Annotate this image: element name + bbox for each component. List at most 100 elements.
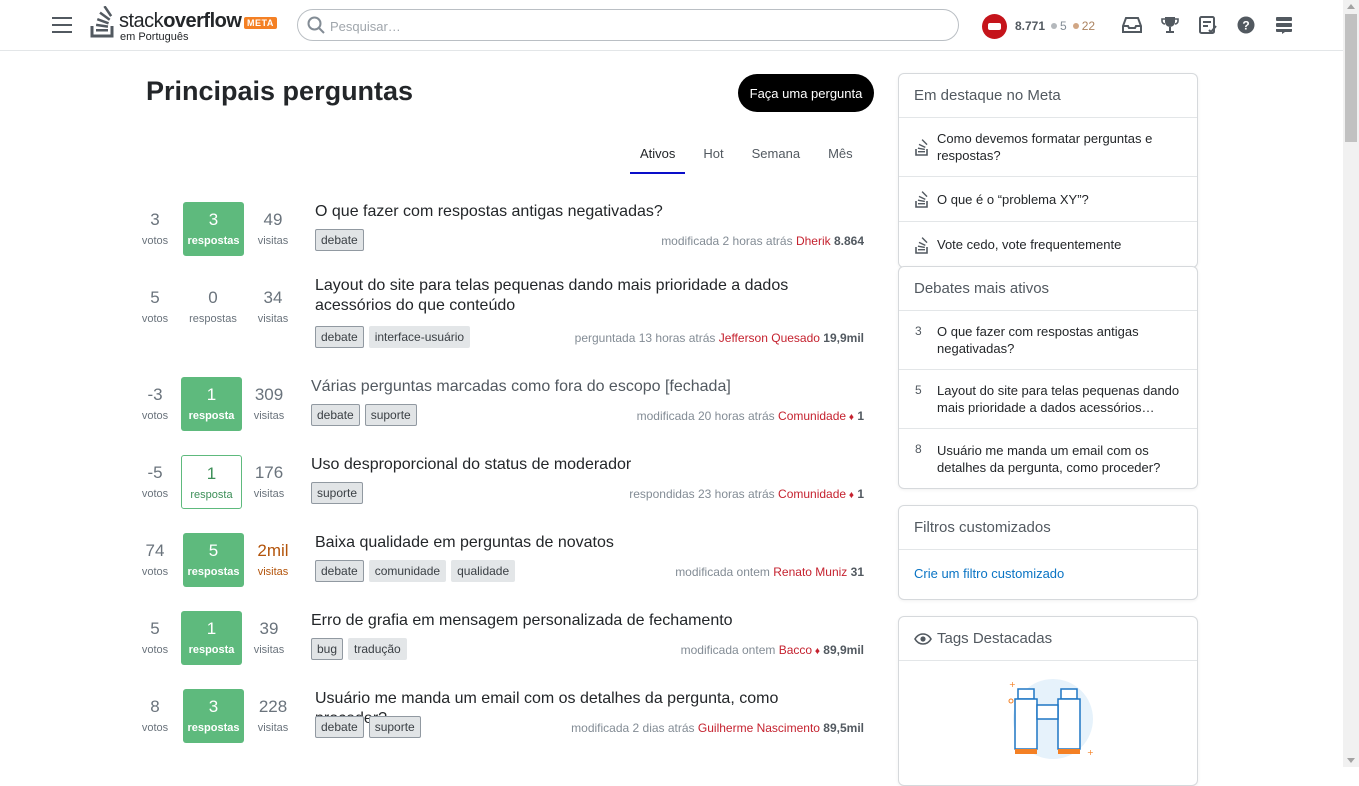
svg-text:?: ? bbox=[1242, 19, 1249, 33]
question-activity: modificada ontem Renato Muniz 31 bbox=[675, 565, 864, 579]
svg-text:+: + bbox=[1009, 680, 1016, 689]
user-link[interactable]: Guilherme Nascimento bbox=[698, 721, 820, 735]
question-activity: respondidas 23 horas atrás Comunidade ♦ … bbox=[629, 487, 864, 501]
answers-stat-count: 1 bbox=[206, 619, 217, 638]
activity-text[interactable]: modificada 20 horas atrás bbox=[637, 409, 775, 423]
site-switcher-icon[interactable] bbox=[1273, 14, 1295, 36]
activity-text[interactable]: modificada 2 dias atrás bbox=[571, 721, 694, 735]
tag-suporte[interactable]: suporte bbox=[311, 482, 364, 504]
tab-hot[interactable]: Hot bbox=[693, 137, 733, 174]
tag-comunidade[interactable]: comunidade bbox=[368, 560, 447, 582]
tag-interface-usuário[interactable]: interface-usuário bbox=[368, 326, 471, 348]
user-link[interactable]: Dherik bbox=[796, 234, 831, 248]
question-title-link[interactable]: O que fazer com respostas antigas negati… bbox=[315, 202, 805, 222]
user-link[interactable]: Renato Muniz bbox=[773, 565, 847, 579]
create-filter-link[interactable]: Crie um filtro customizado bbox=[899, 550, 1197, 598]
featured-item-title[interactable]: Como devemos formatar perguntas e respos… bbox=[937, 130, 1182, 164]
hot-item[interactable]: 5 Layout do site para telas pequenas dan… bbox=[899, 370, 1197, 429]
answers-stat: 0 respostas bbox=[183, 280, 243, 334]
answers-stat-label: respostas bbox=[187, 566, 240, 578]
menu-icon[interactable] bbox=[52, 17, 72, 33]
question-title-link[interactable]: Layout do site para telas pequenas dando… bbox=[315, 276, 805, 316]
tag-debate[interactable]: debate bbox=[311, 404, 360, 426]
tag-debate[interactable]: debate bbox=[315, 560, 364, 582]
user-link[interactable]: Comunidade bbox=[778, 487, 846, 501]
tag-list: debate interface-usuário bbox=[315, 326, 475, 348]
scroll-up-icon[interactable] bbox=[1347, 4, 1355, 9]
featured-item-title[interactable]: Vote cedo, vote frequentemente bbox=[937, 236, 1121, 253]
activity-text[interactable]: modificada ontem bbox=[675, 565, 770, 579]
user-profile[interactable]: 8.771 5 22 bbox=[982, 13, 1095, 39]
tab-mes[interactable]: Mês bbox=[818, 137, 863, 174]
search-input[interactable] bbox=[330, 16, 930, 36]
tag-list: bug tradução bbox=[311, 638, 412, 660]
page-scrollbar[interactable] bbox=[1343, 0, 1359, 767]
question-activity: modificada 20 horas atrás Comunidade ♦ 1 bbox=[637, 409, 864, 423]
question-title-link[interactable]: Baixa qualidade em perguntas de novatos bbox=[315, 533, 805, 553]
tag-bug[interactable]: bug bbox=[311, 638, 344, 660]
tag-suporte[interactable]: suporte bbox=[368, 716, 421, 738]
watched-tags-header: Tags Destacadas bbox=[899, 617, 1197, 661]
featured-item[interactable]: O que é o “problema XY”? bbox=[899, 177, 1197, 222]
activity-text[interactable]: perguntada 13 horas atrás bbox=[575, 331, 716, 345]
views-stat-count: 34 bbox=[263, 288, 283, 307]
views-stat-label: visitas bbox=[253, 410, 285, 422]
featured-item[interactable]: Vote cedo, vote frequentemente bbox=[899, 222, 1197, 267]
views-stat-label: visitas bbox=[253, 488, 285, 500]
silver-badge-icon bbox=[1051, 22, 1058, 29]
tag-debate[interactable]: debate bbox=[315, 229, 364, 251]
avatar[interactable] bbox=[982, 13, 1007, 39]
tab-semana[interactable]: Semana bbox=[742, 137, 810, 174]
activity-text[interactable]: modificada ontem bbox=[681, 643, 776, 657]
question-row: 5 votos 0 respostas 34 visitas Layout do site … bbox=[140, 277, 864, 358]
question-title-link[interactable]: Várias perguntas marcadas como fora do e… bbox=[311, 377, 801, 397]
help-icon[interactable]: ? bbox=[1235, 14, 1257, 36]
trophy-icon[interactable] bbox=[1159, 14, 1181, 36]
views-stat-count: 39 bbox=[259, 619, 279, 638]
featured-item[interactable]: Como devemos formatar perguntas e respos… bbox=[899, 118, 1197, 177]
ask-question-button[interactable]: Faça uma pergunta bbox=[738, 74, 874, 112]
votes-stat-label: votos bbox=[141, 644, 169, 656]
scroll-down-icon[interactable] bbox=[1347, 758, 1355, 763]
eye-icon bbox=[914, 632, 932, 645]
question-title-link[interactable]: Uso desproporcional do status de moderad… bbox=[311, 455, 801, 475]
user-link[interactable]: Jefferson Quesado bbox=[719, 331, 820, 345]
answers-stat-label: resposta bbox=[190, 489, 233, 501]
review-icon[interactable] bbox=[1197, 14, 1219, 36]
views-stat-label: visitas bbox=[257, 722, 289, 734]
question-title-link[interactable]: Erro de grafia em mensagem personalizada… bbox=[311, 611, 801, 631]
hot-item[interactable]: 3 O que fazer com respostas antigas nega… bbox=[899, 311, 1197, 370]
user-link[interactable]: Bacco bbox=[779, 643, 812, 657]
user-link[interactable]: Comunidade bbox=[778, 409, 846, 423]
activity-text[interactable]: modificada 2 horas atrás bbox=[661, 234, 792, 248]
tag-debate[interactable]: debate bbox=[315, 716, 364, 738]
hot-item-title[interactable]: O que fazer com respostas antigas negati… bbox=[937, 323, 1182, 357]
answers-stat-label: respostas bbox=[187, 235, 240, 247]
featured-item-title[interactable]: O que é o “problema XY”? bbox=[937, 191, 1089, 208]
silver-badge-count: 5 bbox=[1060, 19, 1067, 33]
hot-item-count: 3 bbox=[915, 324, 922, 338]
answers-stat-count: 5 bbox=[208, 541, 219, 560]
activity-text[interactable]: respondidas 23 horas atrás bbox=[629, 487, 774, 501]
question-activity: modificada 2 dias atrás Guilherme Nascim… bbox=[571, 721, 864, 735]
tag-suporte[interactable]: suporte bbox=[364, 404, 417, 426]
hot-item-title[interactable]: Layout do site para telas pequenas dando… bbox=[937, 382, 1182, 416]
tag-tradução[interactable]: tradução bbox=[348, 638, 407, 660]
tag-qualidade[interactable]: qualidade bbox=[451, 560, 516, 582]
stack-logo-icon bbox=[915, 191, 928, 208]
votes-stat-count: 74 bbox=[145, 541, 165, 560]
scrollbar-thumb[interactable] bbox=[1345, 14, 1357, 142]
site-logo[interactable]: stackoverflow META em Português bbox=[90, 6, 280, 44]
votes-stat-count: -3 bbox=[147, 385, 163, 404]
inbox-icon[interactable] bbox=[1121, 14, 1143, 36]
answers-stat-count: 3 bbox=[208, 210, 219, 229]
hot-item-title[interactable]: Usuário me manda um email com os detalhe… bbox=[937, 442, 1182, 476]
votes-stat-count: 5 bbox=[150, 288, 160, 307]
tag-debate[interactable]: debate bbox=[315, 326, 364, 348]
answers-stat-count: 1 bbox=[206, 464, 217, 483]
hot-item[interactable]: 8 Usuário me manda um email com os detal… bbox=[899, 429, 1197, 488]
votes-stat: 74 votos bbox=[125, 533, 185, 587]
answers-stat-label: resposta bbox=[188, 644, 235, 656]
tab-ativos[interactable]: Ativos bbox=[630, 137, 686, 174]
stack-logo-icon bbox=[915, 139, 928, 156]
